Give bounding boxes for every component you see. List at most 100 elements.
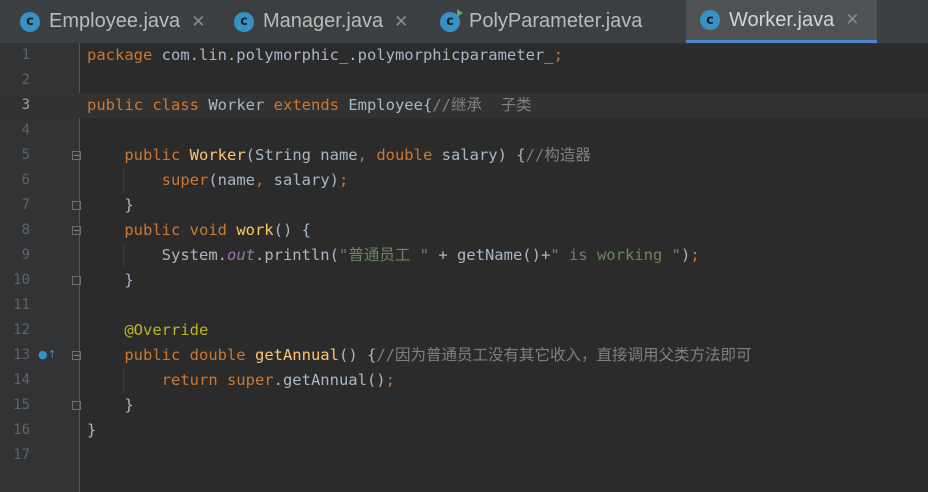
- code-token: salary): [273, 171, 339, 189]
- code-line[interactable]: 11: [0, 293, 928, 318]
- code-token: (name: [208, 171, 255, 189]
- runnable-class-icon: c: [440, 8, 463, 32]
- fold-end-icon[interactable]: [72, 276, 81, 285]
- line-number: 2: [21, 72, 30, 88]
- code-token: public class: [87, 96, 209, 114]
- code-line[interactable]: 14 return super.getAnnual();: [0, 368, 928, 393]
- fold-expanded-icon[interactable]: [72, 226, 81, 235]
- fold-expanded-icon[interactable]: [72, 351, 81, 360]
- code-line[interactable]: 12 @Override: [0, 318, 928, 343]
- code-line[interactable]: 5 public Worker(String name, double sala…: [0, 143, 928, 168]
- code-line[interactable]: 2: [0, 68, 928, 93]
- code-token: () {: [338, 346, 377, 364]
- code-token: System.: [87, 246, 227, 264]
- code-text: public class Worker extends Employee{//继…: [87, 93, 532, 118]
- tab-polyparameter[interactable]: c PolyParameter.java: [440, 0, 642, 43]
- code-line[interactable]: 13 public double getAnnual() {//因为普通员工没有…: [0, 343, 928, 368]
- code-token: @Override: [87, 321, 209, 339]
- close-icon[interactable]: ✕: [394, 12, 408, 32]
- code-line[interactable]: 16}: [0, 418, 928, 443]
- code-token: double: [376, 146, 442, 164]
- code-token: super: [87, 171, 209, 189]
- code-text: }: [87, 268, 134, 293]
- indent-guide: [123, 168, 124, 193]
- fold-end-icon[interactable]: [72, 201, 81, 210]
- code-text: System.out.println("普通员工 " + getName()+"…: [87, 243, 700, 268]
- tab-label: PolyParameter.java: [469, 10, 643, 32]
- close-icon[interactable]: ✕: [191, 12, 205, 32]
- fold-end-icon[interactable]: [72, 401, 81, 410]
- code-text: }: [87, 393, 134, 418]
- tab-manager[interactable]: c Manager.java ✕: [234, 0, 408, 43]
- code-text: public void work() {: [87, 218, 311, 243]
- code-line[interactable]: 8 public void work() {: [0, 218, 928, 243]
- code-token: Worker: [189, 146, 246, 164]
- line-number: 9: [21, 247, 30, 263]
- code-line[interactable]: 4: [0, 118, 928, 143]
- code-text: public double getAnnual() {//因为普通员工没有其它收…: [87, 343, 751, 368]
- tab-worker[interactable]: c Worker.java ✕: [686, 0, 877, 43]
- code-token: public double: [87, 346, 255, 364]
- code-token: ): [680, 246, 691, 264]
- class-icon: c: [234, 11, 254, 32]
- code-token: .println(: [254, 246, 339, 264]
- code-token: return super: [87, 371, 274, 389]
- indent-guide: [123, 368, 124, 393]
- indent-guide: [123, 243, 124, 268]
- code-line[interactable]: 3 public class Worker extends Employee{//…: [0, 93, 928, 118]
- code-editor[interactable]: 1 package com.lin.polymorphic_.polymorphi…: [0, 43, 928, 492]
- code-token: ,: [357, 146, 377, 164]
- code-token: package: [87, 46, 162, 64]
- class-icon: c: [700, 10, 720, 30]
- line-number: 12: [13, 322, 30, 338]
- code-token: salary) {: [441, 146, 526, 164]
- code-token: }: [87, 396, 134, 414]
- code-token: //因为普通员工没有其它收入，直接调用父类方法即可: [376, 346, 752, 364]
- line-number: 16: [13, 422, 30, 438]
- tab-employee[interactable]: c Employee.java ✕: [20, 0, 205, 43]
- code-token: ,: [255, 171, 274, 189]
- tab-label: Manager.java: [263, 10, 384, 32]
- line-number: 7: [21, 197, 30, 213]
- code-line[interactable]: 6 super(name, salary);: [0, 168, 928, 193]
- code-line[interactable]: 15 }: [0, 393, 928, 418]
- code-line[interactable]: 1 package com.lin.polymorphic_.polymorphi…: [0, 43, 928, 68]
- code-text: package com.lin.polymorphic_.polymorphic…: [87, 43, 563, 68]
- code-token: out: [226, 246, 255, 264]
- editor-tab-bar: c Employee.java ✕ c Manager.java ✕ c Pol…: [0, 0, 928, 44]
- code-text: @Override: [87, 318, 208, 343]
- code-text: }: [87, 418, 96, 443]
- line-number: 10: [13, 272, 30, 288]
- code-text: }: [87, 193, 133, 218]
- close-icon[interactable]: ✕: [845, 10, 859, 30]
- code-token: () {: [273, 221, 311, 239]
- class-icon: c: [20, 11, 40, 32]
- code-line[interactable]: 17: [0, 443, 928, 468]
- line-number: 4: [21, 122, 30, 138]
- code-token: //继承 子类: [432, 96, 532, 114]
- code-token: ;: [690, 246, 700, 264]
- code-token: }: [87, 271, 134, 289]
- code-token: ;: [553, 46, 563, 64]
- code-text: super(name, salary);: [87, 168, 349, 193]
- line-number: 15: [13, 397, 30, 413]
- code-token: Worker: [208, 96, 274, 114]
- code-token: com.lin.polymorphic_.polymorphicparamete…: [161, 46, 554, 64]
- code-text: return super.getAnnual();: [87, 368, 395, 393]
- code-token: getAnnual: [254, 346, 339, 364]
- line-number: 1: [21, 47, 30, 63]
- override-method-icon[interactable]: ●↑: [38, 348, 57, 361]
- fold-expanded-icon[interactable]: [72, 151, 81, 160]
- code-token: (String name: [245, 146, 358, 164]
- code-line[interactable]: 10 }: [0, 268, 928, 293]
- code-token: work: [236, 221, 274, 239]
- code-line[interactable]: 7 }: [0, 193, 928, 218]
- tab-label: Worker.java: [729, 8, 835, 31]
- code-token: " is working ": [550, 246, 681, 264]
- code-token: "普通员工 ": [338, 246, 429, 264]
- code-token: }: [87, 421, 97, 439]
- code-token: ;: [385, 371, 395, 389]
- tab-label: Employee.java: [49, 10, 181, 32]
- code-line[interactable]: 9 System.out.println("普通员工 " + getName()…: [0, 243, 928, 268]
- code-token: ;: [339, 171, 349, 189]
